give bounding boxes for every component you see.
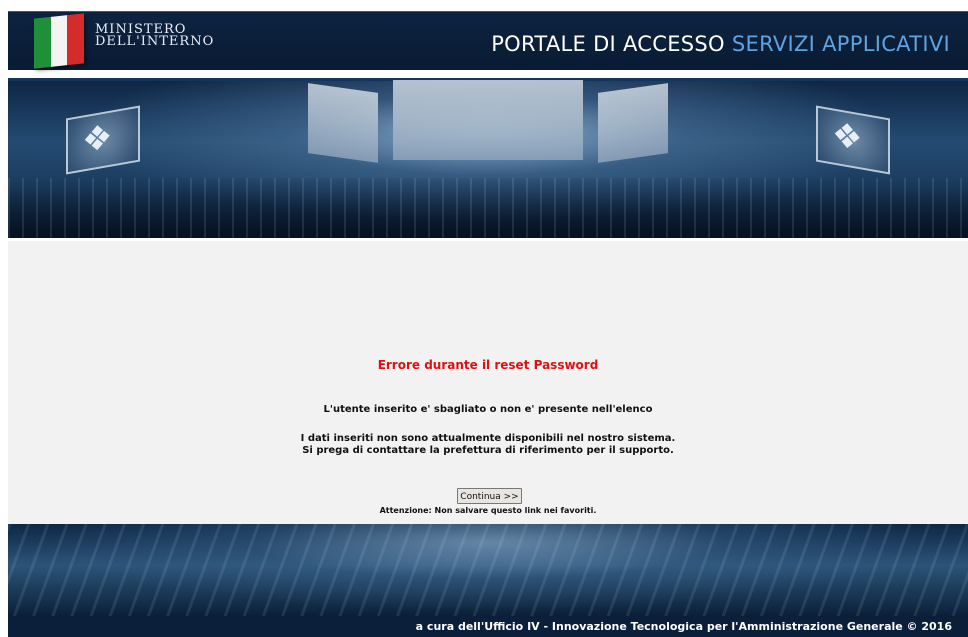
support-message-line-2: Si prega di contattare la prefettura di … [302, 445, 674, 456]
header: MINISTERO DELL'INTERNO PORTALE DI ACCESS… [8, 12, 968, 70]
main-content: Errore durante il reset Password L'utent… [8, 241, 968, 524]
banner-floor-pattern [8, 178, 968, 238]
support-message-line-1: I dati inseriti non sono attualmente dis… [300, 433, 676, 444]
continue-button[interactable]: Continua >> [457, 488, 522, 504]
screen-image-center [393, 80, 583, 160]
right-monitor-image: ❖ [816, 105, 890, 175]
support-message: I dati inseriti non sono attualmente dis… [8, 433, 968, 457]
portal-title-main: PORTALE DI ACCESSO [491, 32, 725, 56]
footer-credits: a cura dell'Ufficio IV - Innovazione Tec… [415, 620, 952, 633]
screen-image-left [308, 83, 378, 163]
world-map-icon: ❖ [82, 116, 113, 162]
header-banner-image: ❖ ❖ [8, 78, 968, 238]
world-map-icon-right: ❖ [832, 114, 863, 160]
user-error-message: L'utente inserito e' sbagliato o non e' … [323, 404, 653, 415]
favorites-warning: Attenzione: Non salvare questo link nei … [379, 506, 597, 515]
ministry-line-2: DELL'INTERNO [95, 34, 215, 49]
italian-flag-logo [34, 13, 84, 69]
page: MINISTERO DELL'INTERNO PORTALE DI ACCESS… [8, 12, 968, 637]
screen-image-right [598, 83, 668, 163]
footer-banner-image [8, 524, 968, 616]
footer-banner-pattern [8, 524, 968, 616]
left-monitor-image: ❖ [66, 105, 140, 175]
error-title: Errore durante il reset Password [377, 358, 599, 372]
portal-title-highlight: SERVIZI APPLICATIVI [731, 32, 950, 56]
ministry-name: MINISTERO DELL'INTERNO [95, 23, 215, 49]
footer: a cura dell'Ufficio IV - Innovazione Tec… [8, 616, 968, 637]
portal-title: PORTALE DI ACCESSO SERVIZI APPLICATIVI [491, 32, 950, 56]
